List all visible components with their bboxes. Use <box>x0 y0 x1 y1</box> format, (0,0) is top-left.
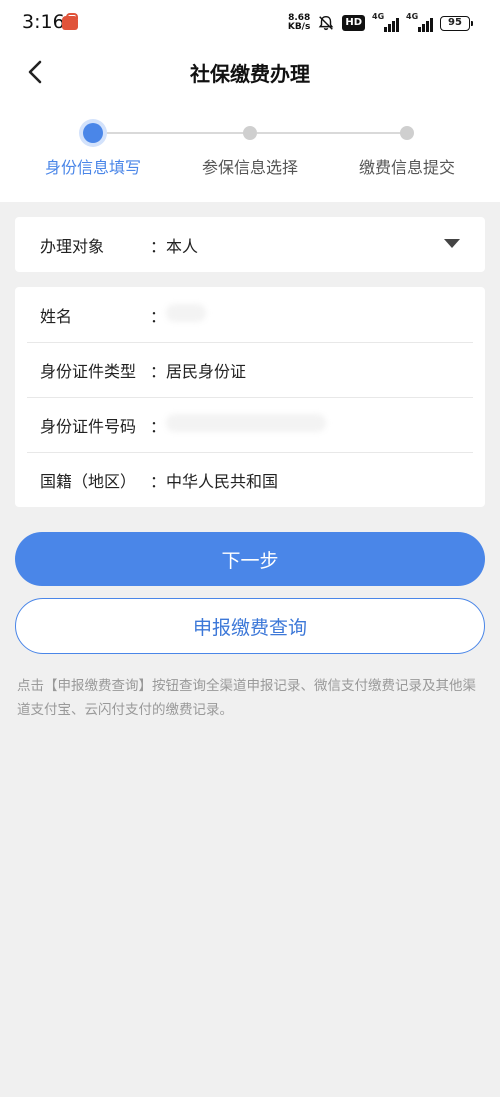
nationality-row: 国籍（地区） ： 中华人民共和国 <box>15 452 485 507</box>
step-label-identity: 身份信息填写 <box>44 158 142 177</box>
next-step-button[interactable]: 下一步 <box>15 532 485 586</box>
page-title: 社保缴费办理 <box>190 62 310 86</box>
signal-network-type: 4G <box>372 12 385 21</box>
id-number-colon: ： <box>150 416 167 436</box>
network-speed-unit: KB/s <box>287 22 311 32</box>
id-type-label: 身份证件类型 <box>40 361 137 381</box>
target-select[interactable]: 办理对象 ： 本人 <box>15 217 485 272</box>
status-icons: 8.68 KB/s HD 4G 4G 95 <box>288 12 473 34</box>
target-colon: ： <box>150 236 167 256</box>
status-bar: 3:16 8.68 KB/s HD 4G 4G 95 <box>0 0 500 44</box>
target-card: 办理对象 ： 本人 <box>15 217 485 272</box>
notification-app-icon <box>62 13 78 30</box>
identity-card: 姓名 ： 身份证件类型 ： 居民身份证 身份证件号码 ： 国籍（地区） ： 中华… <box>15 287 485 507</box>
nationality-label: 国籍（地区） <box>40 471 137 491</box>
id-number-value <box>166 413 485 436</box>
step-indicator-active <box>83 123 103 143</box>
step-connector <box>257 132 407 134</box>
nationality-colon: ： <box>150 471 167 491</box>
step-connector <box>100 132 250 134</box>
signal-network-type: 4G <box>406 12 419 21</box>
name-colon: ： <box>150 306 167 326</box>
progress-stepper: 身份信息填写 参保信息选择 缴费信息提交 <box>0 102 500 202</box>
signal-bar <box>426 21 429 32</box>
signal-bar <box>430 18 433 32</box>
signal-bar <box>384 27 387 32</box>
step-label-payment: 缴费信息提交 <box>358 158 456 177</box>
id-type-row: 身份证件类型 ： 居民身份证 <box>15 342 485 397</box>
signal-bar <box>396 18 399 32</box>
caret-down-icon[interactable] <box>444 239 460 248</box>
app-header: 社保缴费办理 <box>0 44 500 102</box>
id-number-label: 身份证件号码 <box>40 416 137 436</box>
id-type-colon: ： <box>150 361 167 381</box>
redacted-id-number <box>166 413 326 432</box>
step-label-insurance: 参保信息选择 <box>201 158 299 177</box>
target-value: 本人 <box>166 236 199 256</box>
signal-strength-icon: 4G <box>372 12 399 32</box>
name-value <box>166 303 485 326</box>
nationality-value: 中华人民共和国 <box>166 471 279 491</box>
name-label: 姓名 <box>40 306 73 326</box>
signal-bar <box>418 27 421 32</box>
battery-icon: 95 <box>440 15 473 31</box>
step-indicator <box>400 126 414 140</box>
step-indicator <box>243 126 257 140</box>
query-hint-text: 点击【申报缴费查询】按钮查询全渠道申报记录、微信支付缴费记录及其他渠道支付宝、云… <box>17 678 476 718</box>
network-speed: 8.68 KB/s <box>288 14 310 32</box>
signal-bar <box>392 21 395 32</box>
id-type-value: 居民身份证 <box>166 361 247 381</box>
signal-bar <box>422 24 425 32</box>
mute-bell-icon <box>319 15 334 31</box>
id-number-row: 身份证件号码 ： <box>15 397 485 452</box>
status-time: 3:16 <box>22 11 65 33</box>
hd-badge: HD <box>342 15 365 31</box>
payment-query-button[interactable]: 申报缴费查询 <box>15 598 485 654</box>
signal-bar <box>388 24 391 32</box>
signal-strength-icon: 4G <box>406 12 433 32</box>
redacted-name <box>166 303 206 322</box>
name-row: 姓名 ： <box>15 287 485 342</box>
target-label: 办理对象 <box>40 236 105 256</box>
